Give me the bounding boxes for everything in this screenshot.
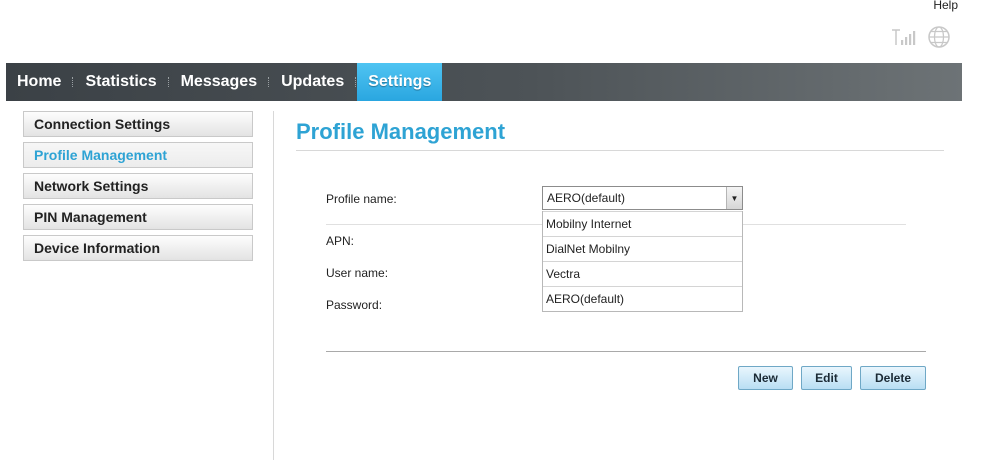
sidebar-item-device-information[interactable]: Device Information [23,235,253,261]
sidebar-item-connection-settings[interactable]: Connection Settings [23,111,253,137]
profile-name-label: Profile name: [326,192,397,206]
dropdown-option[interactable]: AERO(default) [543,286,742,311]
dropdown-option[interactable]: Mobilny Internet [543,211,742,236]
nav-updates[interactable]: Updates [270,63,355,101]
profile-selected-value: AERO(default) [547,191,626,205]
globe-icon [927,25,951,49]
status-icons [891,25,951,49]
sidebar-item-pin-management[interactable]: PIN Management [23,204,253,230]
profile-name-select[interactable]: AERO(default) ▼ [542,186,743,210]
dropdown-option[interactable]: Vectra [543,261,742,286]
main-nav: Home Statistics Messages Updates Setting… [6,63,962,101]
profile-dropdown-list: Mobilny Internet DialNet Mobilny Vectra … [542,211,743,312]
form-bottom-rule [326,351,926,352]
delete-button[interactable]: Delete [860,366,926,390]
user-name-label: User name: [326,266,389,280]
signal-strength-icon [891,28,917,46]
chevron-down-icon[interactable]: ▼ [726,187,742,209]
apn-label: APN: [326,234,355,248]
sidebar-item-network-settings[interactable]: Network Settings [23,173,253,199]
new-button[interactable]: New [738,366,793,390]
edit-button[interactable]: Edit [801,366,852,390]
help-link[interactable]: Help [933,0,958,12]
title-rule [296,150,944,151]
password-label: Password: [326,298,383,312]
sidebar-item-profile-management[interactable]: Profile Management [23,142,253,168]
nav-home[interactable]: Home [6,63,72,101]
nav-messages[interactable]: Messages [170,63,269,101]
page-title: Profile Management [296,119,506,144]
dropdown-option[interactable]: DialNet Mobilny [543,236,742,261]
sidebar: Connection Settings Profile Management N… [23,111,253,266]
nav-statistics[interactable]: Statistics [74,63,167,101]
nav-settings[interactable]: Settings [357,63,443,101]
content-divider [273,111,274,460]
